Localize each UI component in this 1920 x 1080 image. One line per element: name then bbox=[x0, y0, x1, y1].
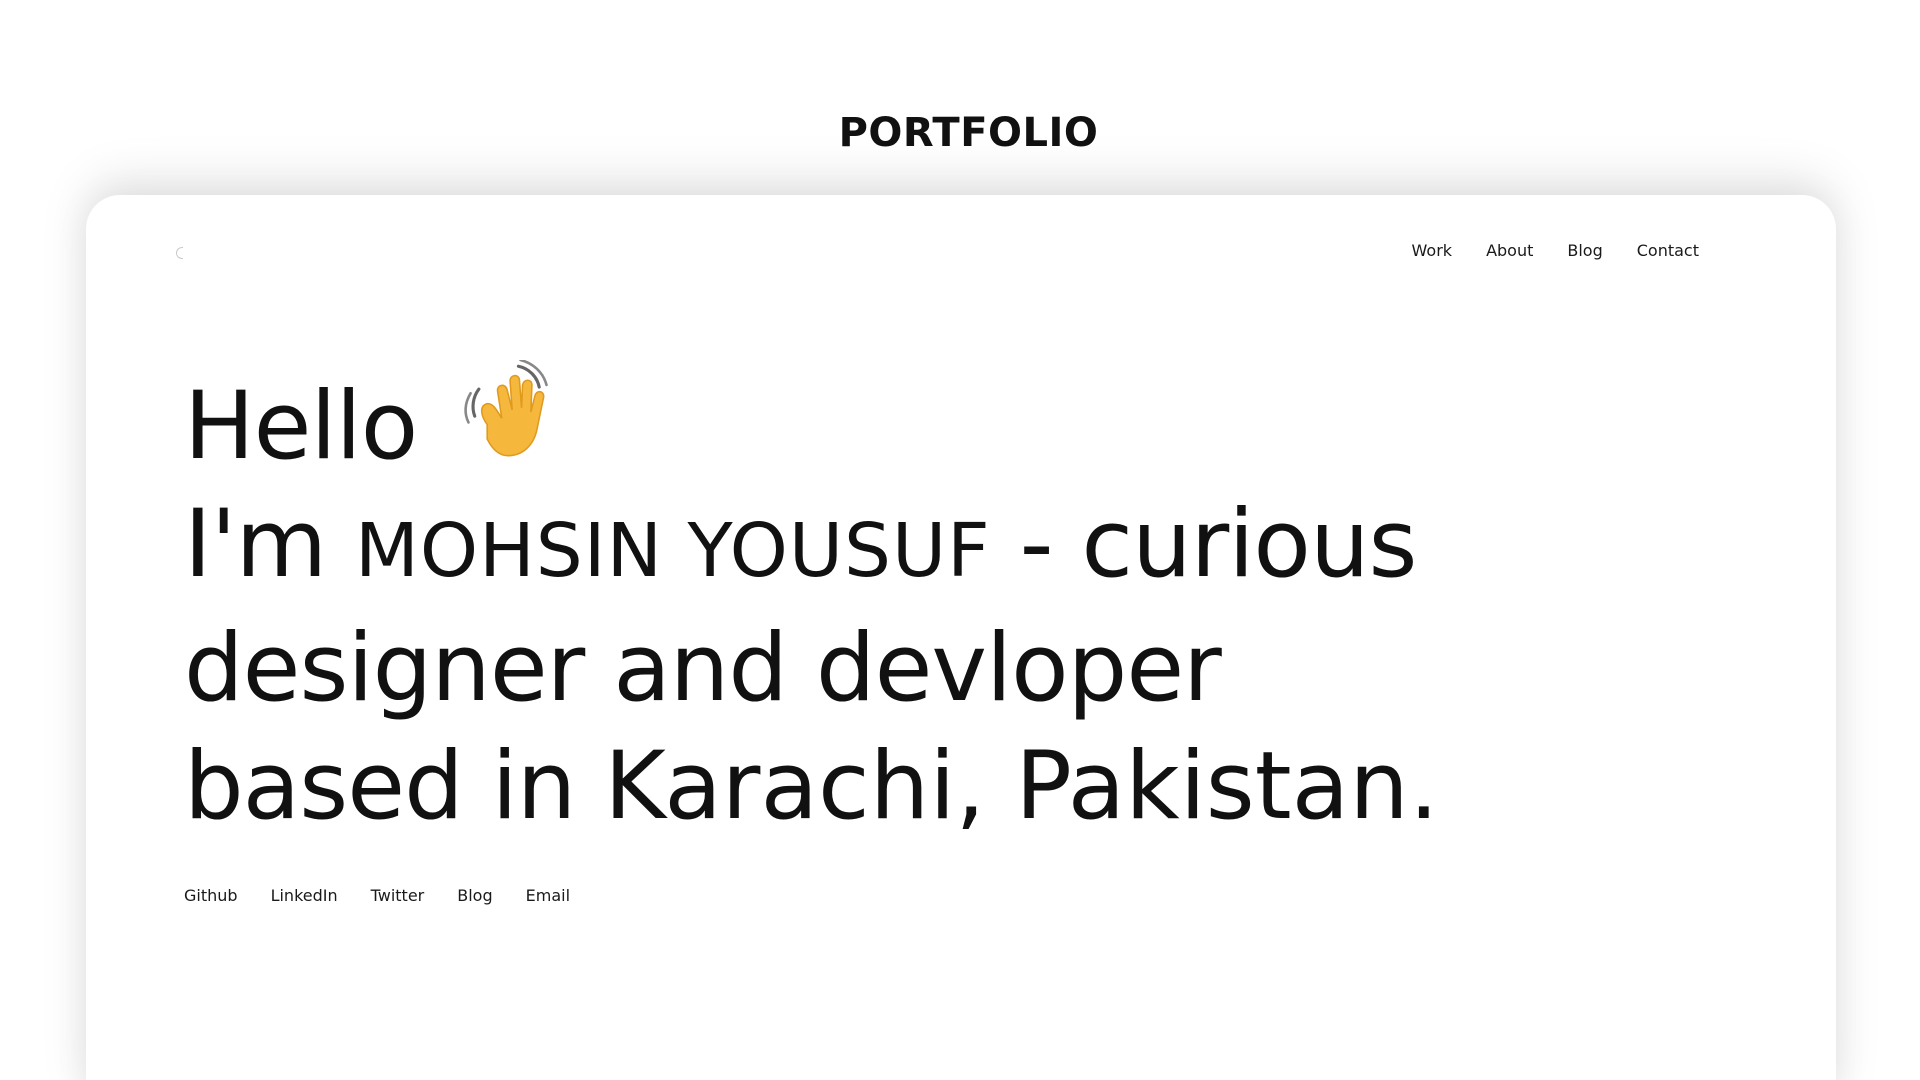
nav-item-blog[interactable]: Blog bbox=[1567, 241, 1602, 260]
page: PORTFOLIO Work About Blog Contact Hello bbox=[0, 0, 1920, 1080]
top-nav: Work About Blog Contact bbox=[1412, 241, 1699, 260]
waving-hand-icon bbox=[464, 360, 548, 457]
page-title: PORTFOLIO bbox=[838, 110, 1099, 156]
hero-location: Karachi, Pakistan. bbox=[604, 732, 1439, 841]
nav-item-contact[interactable]: Contact bbox=[1637, 241, 1699, 260]
hero-line-location: based in Karachi, Pakistan. bbox=[184, 728, 1439, 846]
hero-line-intro: I'm MOHSIN YOUSUF - curious bbox=[184, 486, 1439, 610]
portfolio-card: Work About Blog Contact Hello I'm MOHSIN… bbox=[86, 195, 1836, 1080]
social-link-github[interactable]: Github bbox=[184, 886, 238, 905]
hero-heading: Hello I'm MOHSIN YOUSUF - curious design… bbox=[184, 360, 1439, 846]
hero-line-greeting: Hello bbox=[184, 360, 1439, 486]
hero-line-role: designer and devloper bbox=[184, 614, 1222, 723]
nav-item-work[interactable]: Work bbox=[1412, 241, 1453, 260]
hero-greeting: Hello bbox=[184, 372, 418, 481]
nav-item-about[interactable]: About bbox=[1486, 241, 1533, 260]
social-link-twitter[interactable]: Twitter bbox=[371, 886, 425, 905]
logo-icon[interactable] bbox=[176, 247, 183, 259]
hero-name: MOHSIN YOUSUF bbox=[355, 508, 991, 594]
hero-intro-prefix: I'm bbox=[184, 490, 327, 599]
hero-location-prefix: based in bbox=[184, 732, 576, 841]
social-links: Github LinkedIn Twitter Blog Email bbox=[184, 886, 570, 905]
social-link-email[interactable]: Email bbox=[526, 886, 570, 905]
social-link-linkedin[interactable]: LinkedIn bbox=[271, 886, 338, 905]
hero-intro-suffix: - curious bbox=[1019, 490, 1418, 599]
social-link-blog[interactable]: Blog bbox=[457, 886, 492, 905]
